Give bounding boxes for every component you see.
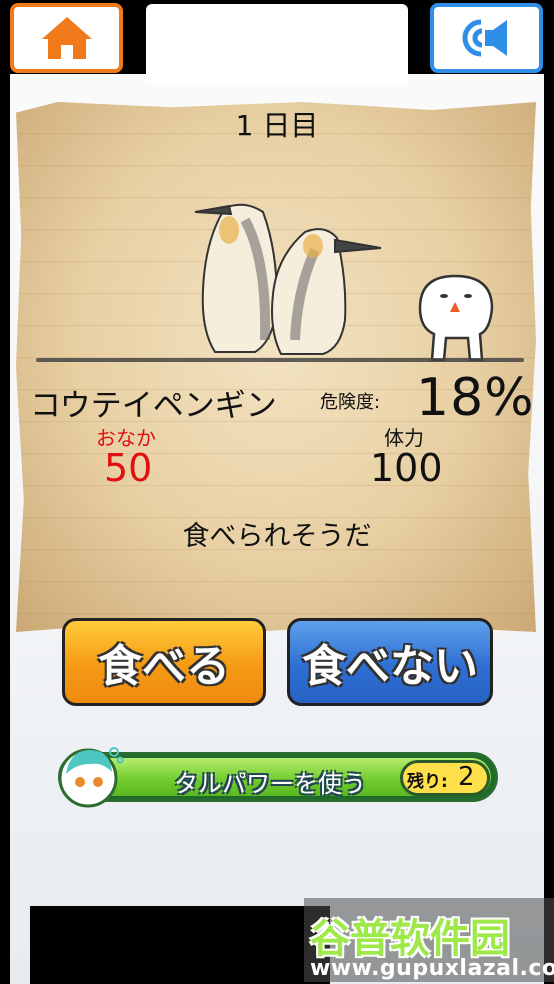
- home-icon: [41, 17, 92, 59]
- ad-banner: [30, 906, 330, 984]
- sound-button[interactable]: [430, 3, 543, 73]
- ground-line: [36, 358, 524, 362]
- penguin-illustration: [194, 203, 382, 355]
- eat-button-label: 食べる: [98, 641, 230, 692]
- player-creature: [418, 274, 494, 362]
- status-message: 食べられそうだ: [182, 521, 372, 552]
- stamina-value: 100: [370, 446, 443, 490]
- hunger-value: 50: [104, 446, 153, 490]
- watermark-url: www.gupuxlazal.com: [310, 956, 554, 981]
- eat-button[interactable]: 食べる: [62, 618, 266, 706]
- speaker-icon: [462, 19, 507, 57]
- remaining-value: 2: [458, 762, 475, 792]
- not-eat-button[interactable]: 食べない: [287, 618, 493, 706]
- day-counter: 1 日目: [235, 109, 319, 142]
- danger-value: 18%: [416, 368, 535, 428]
- app-frame: 1 日目 コウテイペンギン 危険度: 18% おなか 50 体力 100 食べら…: [0, 0, 554, 984]
- taru-character-icon: [58, 747, 124, 808]
- danger-label: 危険度:: [320, 392, 381, 413]
- not-eat-button-label: 食べない: [302, 641, 478, 692]
- top-tab: [146, 4, 408, 84]
- remaining-label: 残り:: [407, 772, 448, 792]
- animal-name: コウテイペンギン: [30, 388, 277, 424]
- taru-power-label: タルパワーを使う: [174, 770, 366, 798]
- home-button[interactable]: [10, 3, 123, 73]
